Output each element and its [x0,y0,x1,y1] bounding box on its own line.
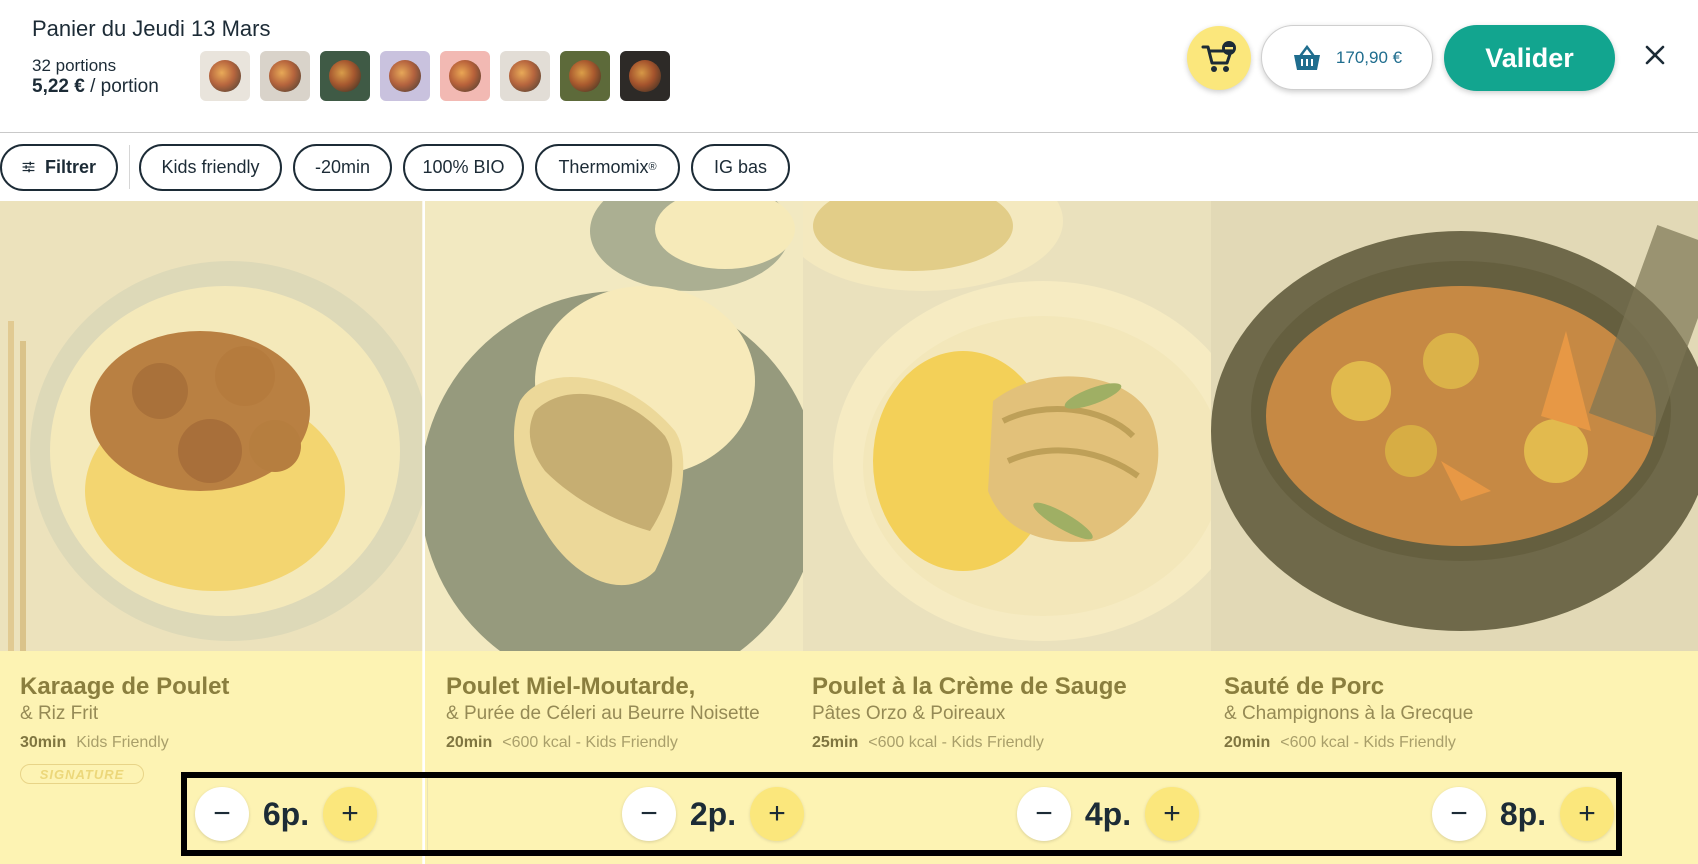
recipe-card[interactable]: Poulet Miel-Moutarde, & Purée de Céleri … [425,201,803,864]
recipe-tags: Kids Friendly [76,734,169,751]
recipe-image [803,201,1211,651]
chip-20min[interactable]: -20min [293,143,392,191]
price-per-portion: 5,22 € / portion [32,76,159,98]
close-icon [1645,45,1665,65]
decrease-button[interactable]: − [622,787,676,841]
recipe-badge: SIGNATURE [20,764,144,784]
recipe-time: 20min [1224,734,1271,751]
recipe-subtitle: & Riz Frit [20,703,99,724]
recipe-meta: 25min <600 kcal - Kids Friendly [812,734,1044,752]
chip-ig-bas[interactable]: IG bas [691,143,790,191]
basket-total-button[interactable]: 170,90 € [1261,25,1433,90]
quantity-stepper: − 8p. + [1432,787,1614,841]
recipe-card[interactable]: Sauté de Porc & Champignons à la Grecque… [1211,201,1698,864]
decrease-button[interactable]: − [1432,787,1486,841]
quantity-bar: − 6p. + − 2p. + − 4p. + − 8p. + [181,772,1622,856]
quantity-value: 6p. [262,795,310,832]
close-button[interactable] [1640,40,1670,70]
quantity-stepper: − 2p. + [622,787,804,841]
quantity-value: 8p. [1499,795,1547,832]
recipe-meta: 20min <600 kcal - Kids Friendly [1224,734,1456,752]
decrease-button[interactable]: − [195,787,249,841]
recipe-time: 30min [20,734,67,751]
recipe-title: Poulet Miel-Moutarde, [446,673,696,700]
recipe-meta: 30min Kids Friendly [20,734,169,752]
card-divider [422,201,424,864]
recipe-card[interactable]: Poulet à la Crème de Sauge Pâtes Orzo & … [803,201,1211,864]
filter-bar: Filtrer Kids friendly -20min 100% BIO Th… [0,143,801,191]
recipe-thumbnail[interactable] [260,51,310,101]
registered-mark: ® [648,161,657,173]
recipe-subtitle: & Purée de Céleri au Beurre Noisette [446,703,760,724]
recipe-title: Sauté de Porc [1224,673,1385,700]
increase-button[interactable]: + [1560,787,1614,841]
increase-button[interactable]: + [323,787,377,841]
recipe-image [0,201,423,651]
recipe-grid: Karaage de Poulet & Riz Frit 30min Kids F… [0,201,1698,864]
basket-title: Panier du Jeudi 13 Mars [32,16,271,41]
recipe-image [425,201,803,651]
recipe-thumbnail[interactable] [200,51,250,101]
quantity-value: 2p. [689,795,737,832]
recipe-thumbnail[interactable] [500,51,550,101]
recipe-meta: 20min <600 kcal - Kids Friendly [446,734,678,752]
quantity-divider [427,778,428,850]
increase-button[interactable]: + [1145,787,1199,841]
recipe-tags: <600 kcal - Kids Friendly [868,734,1044,751]
chip-kids-friendly[interactable]: Kids friendly [139,143,282,191]
recipe-thumbnail[interactable] [560,51,610,101]
increase-button[interactable]: + [750,787,804,841]
recipe-thumbnail[interactable] [620,51,670,101]
selected-recipe-thumbnails [200,51,670,101]
filter-divider [129,145,130,189]
quantity-value: 4p. [1084,795,1132,832]
recipe-title: Poulet à la Crème de Sauge [812,673,1127,700]
recipe-tags: <600 kcal - Kids Friendly [1280,734,1456,751]
chip-100-bio[interactable]: 100% BIO [403,143,524,191]
recipe-time: 20min [446,734,493,751]
recipe-thumbnail[interactable] [320,51,370,101]
validate-button[interactable]: Valider [1444,25,1615,91]
filter-button[interactable]: Filtrer [0,143,118,191]
recipe-image [1211,201,1698,651]
recipe-thumbnail[interactable] [380,51,430,101]
chip-thermomix-label: Thermomix [558,156,649,177]
decrease-button[interactable]: − [1017,787,1071,841]
recipe-tags: <600 kcal - Kids Friendly [502,734,678,751]
price-per-portion-value: 5,22 € [32,76,85,97]
cart-remove-button[interactable] [1187,26,1251,90]
recipe-time: 25min [812,734,859,751]
sliders-icon [22,161,35,173]
page: Panier du Jeudi 13 Mars 32 portions 5,22… [0,0,1698,864]
recipe-card[interactable]: Karaage de Poulet & Riz Frit 30min Kids F… [0,201,423,864]
recipe-subtitle: & Champignons à la Grecque [1224,703,1474,724]
recipe-subtitle: Pâtes Orzo & Poireaux [812,703,1006,724]
price-per-portion-suffix: / portion [84,76,159,97]
basket-icon [1293,44,1320,70]
cart-remove-icon [1201,41,1236,72]
filter-label: Filtrer [44,156,96,177]
recipe-thumbnail[interactable] [440,51,490,101]
chip-thermomix[interactable]: Thermomix ® [535,143,680,191]
basket-header: Panier du Jeudi 13 Mars 32 portions 5,22… [0,0,1698,133]
basket-total: 170,90 € [1335,47,1403,67]
quantity-stepper: − 6p. + [195,787,377,841]
portion-count: 32 portions [32,56,117,75]
quantity-stepper: − 4p. + [1017,787,1199,841]
recipe-title: Karaage de Poulet [20,673,230,700]
